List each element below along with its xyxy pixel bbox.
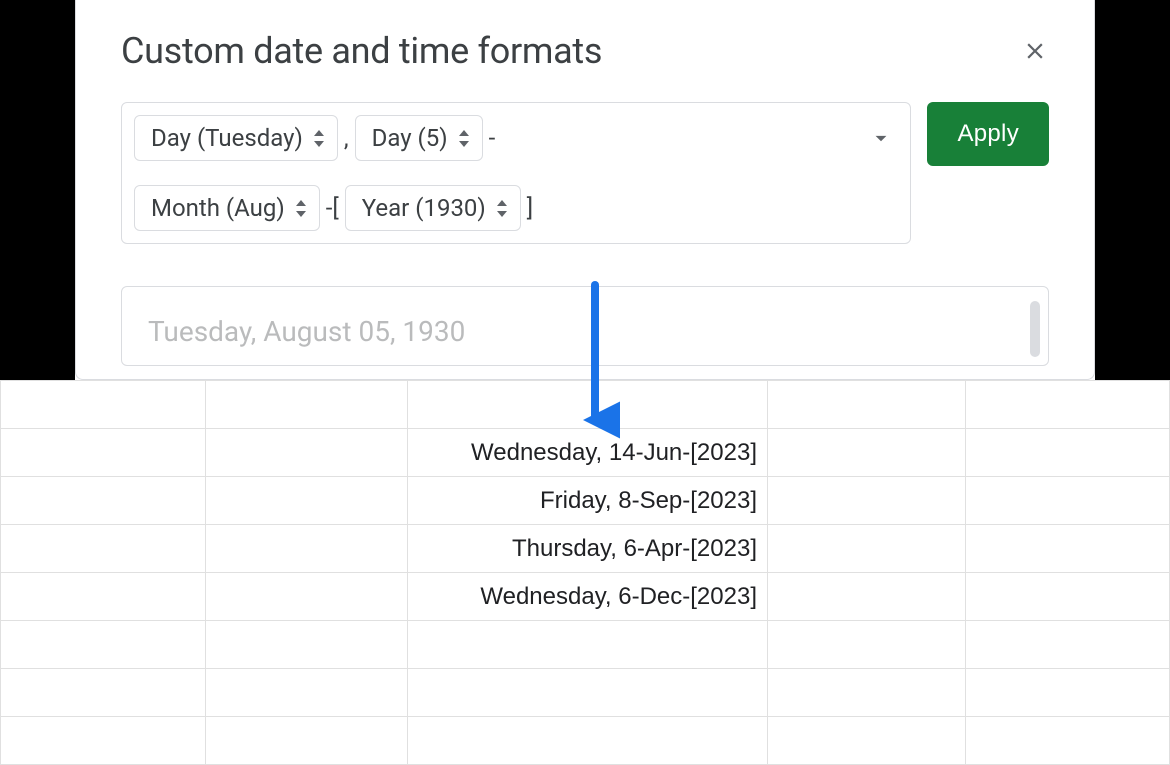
table-row: [1, 621, 1170, 669]
table-row: Friday, 8-Sep-[2023]: [1, 477, 1170, 525]
cell[interactable]: [966, 669, 1170, 717]
cell[interactable]: Wednesday, 14-Jun-[2023]: [408, 429, 768, 477]
cell[interactable]: [966, 525, 1170, 573]
cell[interactable]: [768, 381, 966, 429]
cell[interactable]: [768, 573, 966, 621]
apply-button[interactable]: Apply: [927, 102, 1049, 166]
cell[interactable]: [768, 621, 966, 669]
chip-day-number[interactable]: Day (5): [355, 115, 483, 161]
format-preview-list[interactable]: Tuesday, August 05, 1930: [121, 286, 1049, 366]
cell[interactable]: [1, 621, 206, 669]
spreadsheet-grid: Wednesday, 14-Jun-[2023]Friday, 8-Sep-[2…: [0, 380, 1170, 740]
cell[interactable]: [966, 381, 1170, 429]
sort-icon: [313, 130, 325, 147]
cell[interactable]: [206, 381, 408, 429]
cell[interactable]: [408, 717, 768, 765]
cell[interactable]: [1, 573, 206, 621]
sort-icon: [295, 200, 307, 217]
table-row: [1, 669, 1170, 717]
preview-item: Tuesday, August 05, 1930: [148, 315, 1022, 348]
format-builder-input[interactable]: Day (Tuesday) , Day (5) - Month (Aug): [121, 102, 911, 244]
cell[interactable]: [206, 669, 408, 717]
cell[interactable]: [966, 429, 1170, 477]
chip-label: Month (Aug): [151, 194, 285, 222]
cell[interactable]: [408, 381, 768, 429]
cell[interactable]: [1, 669, 206, 717]
separator-dash-bracket: -[: [320, 194, 345, 222]
table-row: Wednesday, 6-Dec-[2023]: [1, 573, 1170, 621]
cell[interactable]: [1, 525, 206, 573]
cell[interactable]: [1, 717, 206, 765]
cell[interactable]: [768, 717, 966, 765]
cell[interactable]: [206, 525, 408, 573]
cell[interactable]: [206, 621, 408, 669]
chip-label: Year (1930): [362, 194, 486, 222]
separator-bracket-close: ]: [521, 194, 539, 222]
separator-dash: -: [483, 124, 502, 152]
cell[interactable]: [206, 477, 408, 525]
scrollbar[interactable]: [1030, 301, 1040, 357]
cell[interactable]: [768, 477, 966, 525]
cell[interactable]: [966, 717, 1170, 765]
table-row: [1, 717, 1170, 765]
close-icon[interactable]: [1021, 37, 1049, 65]
cell[interactable]: [206, 573, 408, 621]
chip-label: Day (Tuesday): [151, 124, 303, 152]
table-row: Thursday, 6-Apr-[2023]: [1, 525, 1170, 573]
dialog-header: Custom date and time formats: [121, 30, 1049, 72]
table-row: [1, 381, 1170, 429]
cell[interactable]: Thursday, 6-Apr-[2023]: [408, 525, 768, 573]
chip-label: Day (5): [372, 124, 448, 152]
cell[interactable]: [1, 477, 206, 525]
cell[interactable]: Wednesday, 6-Dec-[2023]: [408, 573, 768, 621]
cell[interactable]: [768, 669, 966, 717]
sort-icon: [458, 130, 470, 147]
letterbox-left: [0, 0, 75, 380]
cell[interactable]: [966, 477, 1170, 525]
cell[interactable]: [206, 717, 408, 765]
chip-year[interactable]: Year (1930): [345, 185, 521, 231]
letterbox-right: [1095, 0, 1170, 380]
separator-comma: ,: [338, 124, 355, 152]
cell[interactable]: [408, 669, 768, 717]
dialog-title: Custom date and time formats: [121, 30, 602, 72]
sort-icon: [496, 200, 508, 217]
format-row: Day (Tuesday) , Day (5) - Month (Aug): [121, 102, 1049, 244]
cell[interactable]: [206, 429, 408, 477]
cell[interactable]: [966, 573, 1170, 621]
cell[interactable]: [966, 621, 1170, 669]
chip-day-name[interactable]: Day (Tuesday): [134, 115, 338, 161]
chevron-down-icon[interactable]: [868, 125, 894, 151]
cell[interactable]: [408, 621, 768, 669]
custom-format-dialog: Custom date and time formats Day (Tuesda…: [75, 0, 1095, 380]
cell[interactable]: [768, 429, 966, 477]
cell[interactable]: [1, 381, 206, 429]
cell[interactable]: [1, 429, 206, 477]
table-row: Wednesday, 14-Jun-[2023]: [1, 429, 1170, 477]
chip-month[interactable]: Month (Aug): [134, 185, 320, 231]
cell[interactable]: [768, 525, 966, 573]
cell[interactable]: Friday, 8-Sep-[2023]: [408, 477, 768, 525]
